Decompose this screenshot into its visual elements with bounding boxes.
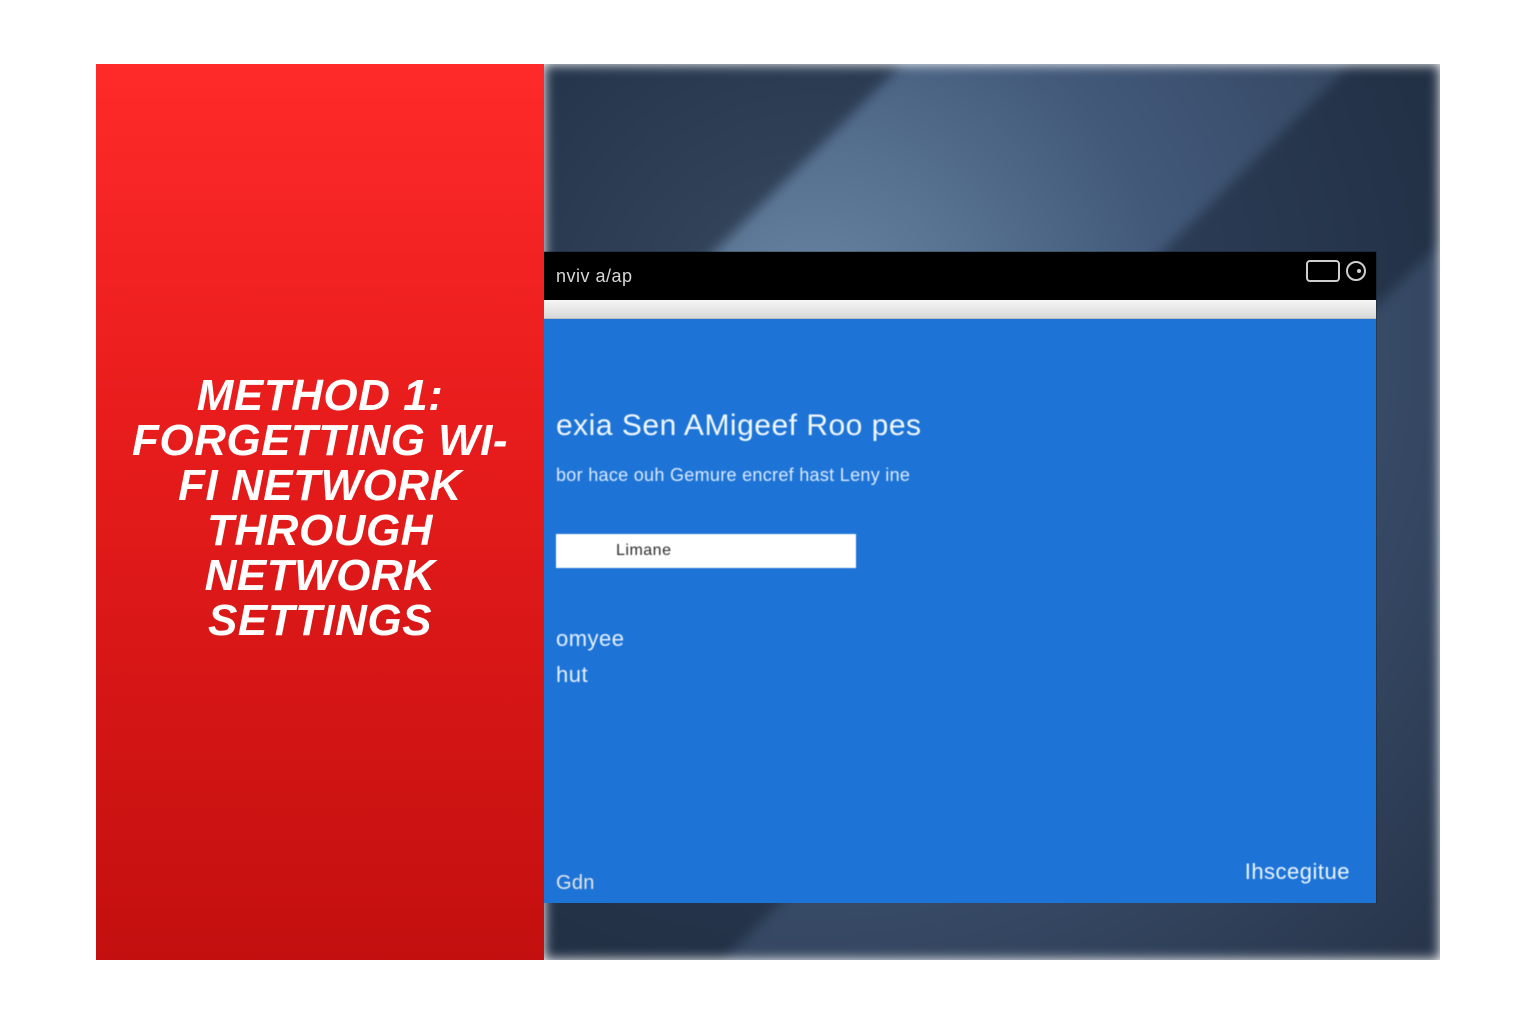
window-control-box-icon[interactable] [1306, 260, 1340, 282]
red-title-panel: METHOD 1: FORGETTING WI-FI NETWORK THROU… [96, 64, 544, 960]
option-line-1: omyee [556, 626, 1336, 652]
page-subtitle: bor hace ouh Gemure encref hast Leny ine [556, 465, 1336, 486]
text-input[interactable]: Limane [556, 534, 856, 568]
settings-window: nviv a/ap exia Sen AMigeef Roo pes bor h… [456, 252, 1376, 902]
window-controls [1306, 260, 1366, 282]
window-ribbon [456, 300, 1376, 319]
text-input-value: Limane [616, 542, 671, 560]
below-window-text: Gdn [556, 872, 595, 895]
window-titlebar: nviv a/ap [456, 252, 1376, 300]
slide-headline: METHOD 1: FORGETTING WI-FI NETWORK THROU… [96, 374, 544, 643]
option-line-2: hut [556, 662, 1336, 688]
page-heading: exia Sen AMigeef Roo pes [556, 409, 1336, 443]
window-content: exia Sen AMigeef Roo pes bor hace ouh Ge… [456, 319, 1376, 903]
window-title: nviv a/ap [556, 266, 633, 287]
corner-link[interactable]: Ihscegitue [1245, 859, 1350, 885]
window-control-circle-icon[interactable] [1346, 261, 1366, 281]
